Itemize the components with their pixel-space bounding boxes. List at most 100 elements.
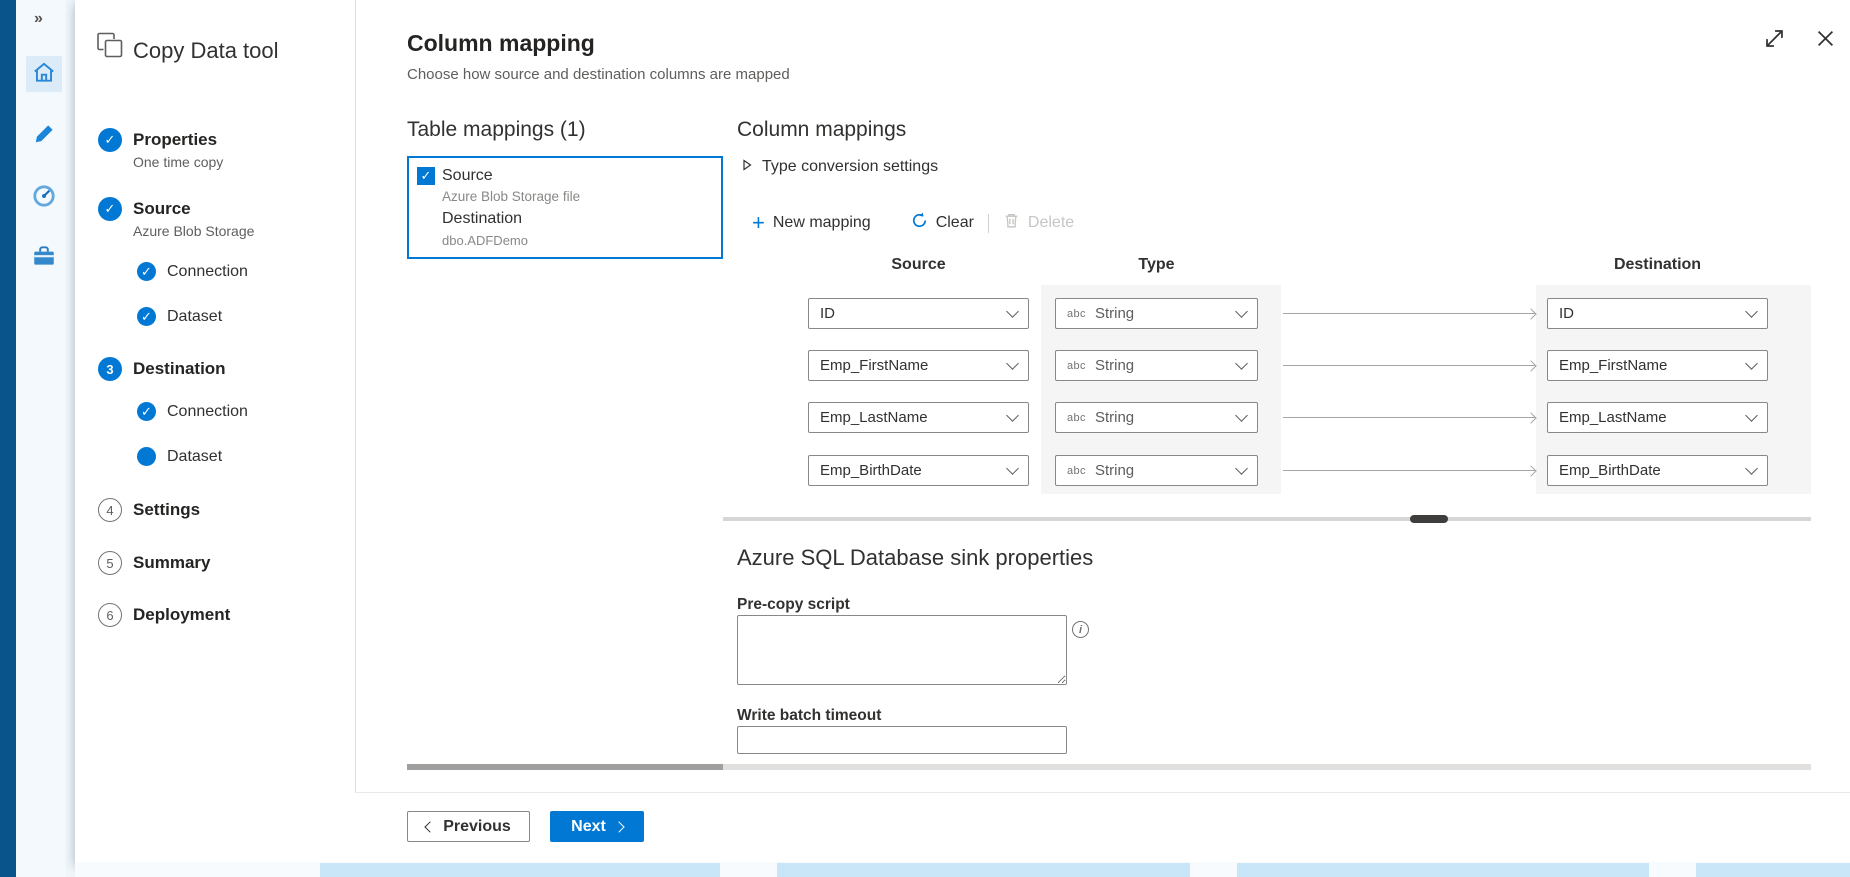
write-batch-timeout-input[interactable] xyxy=(737,726,1067,754)
sidebar-item-home[interactable] xyxy=(26,56,62,92)
sink-properties-title: Azure SQL Database sink properties xyxy=(737,545,1093,571)
wizard-step-source[interactable]: ✓ Source Azure Blob Storage xyxy=(98,197,254,239)
step-label: Connection xyxy=(167,402,248,421)
mapping-arrow xyxy=(1283,417,1535,418)
chevron-right-icon xyxy=(613,821,624,832)
step-complete-icon: ✓ xyxy=(137,307,156,326)
check-icon: ✓ xyxy=(421,168,432,183)
sidebar-expand-button[interactable]: » xyxy=(34,10,58,30)
select-value: Emp_FirstName xyxy=(1559,357,1667,374)
sidebar-item-resources[interactable] xyxy=(26,240,62,276)
pre-copy-script-label: Pre-copy script xyxy=(737,596,850,614)
select-value: Emp_LastName xyxy=(820,409,928,426)
page-subtitle: Choose how source and destination column… xyxy=(407,66,790,83)
copy-data-icon xyxy=(95,30,125,65)
destination-column-select[interactable]: Emp_LastName xyxy=(1547,402,1768,433)
refresh-icon xyxy=(911,212,928,234)
clear-button[interactable]: Clear xyxy=(898,208,987,238)
column-header-type: Type xyxy=(1055,256,1258,274)
wizard-step-destination-dataset[interactable]: Dataset xyxy=(137,447,222,466)
expand-window-button[interactable] xyxy=(1761,28,1787,54)
portal-sidebar: » xyxy=(16,0,66,877)
step-complete-icon: ✓ xyxy=(98,128,122,152)
destination-column-select[interactable]: Emp_FirstName xyxy=(1547,350,1768,381)
wizard-step-properties[interactable]: ✓ Properties One time copy xyxy=(98,128,223,170)
sidebar-item-author[interactable] xyxy=(26,118,62,154)
next-button[interactable]: Next xyxy=(550,811,644,842)
chevron-left-icon xyxy=(425,821,436,832)
type-conversion-settings-expander[interactable]: Type conversion settings xyxy=(741,158,938,176)
destination-column-select[interactable]: ID xyxy=(1547,298,1768,329)
abc-icon: abc xyxy=(1067,465,1086,477)
wizard-step-summary[interactable]: 5 Summary xyxy=(98,551,210,575)
source-column-select[interactable]: Emp_FirstName xyxy=(808,350,1029,381)
column-header-source: Source xyxy=(808,256,1029,274)
step-current-icon xyxy=(137,447,156,466)
select-value: Emp_FirstName xyxy=(820,357,928,374)
chevron-down-icon xyxy=(1006,409,1019,422)
write-batch-timeout-label: Write batch timeout xyxy=(737,707,881,725)
chevron-down-icon xyxy=(1006,305,1019,318)
type-select[interactable]: abc String xyxy=(1055,402,1258,433)
type-select[interactable]: abc String xyxy=(1055,455,1258,486)
step-number-badge: 5 xyxy=(98,551,122,575)
step-complete-icon: ✓ xyxy=(98,197,122,221)
wizard-step-settings[interactable]: 4 Settings xyxy=(98,498,200,522)
select-value: ID xyxy=(820,305,835,322)
step-label: Dataset xyxy=(167,447,222,466)
scrollbar-thumb[interactable] xyxy=(1410,515,1448,523)
content-horizontal-scrollbar[interactable] xyxy=(407,764,1811,770)
select-value: String xyxy=(1095,305,1134,322)
select-value: Emp_BirthDate xyxy=(1559,462,1661,479)
chevron-down-icon xyxy=(1745,409,1758,422)
gauge-icon xyxy=(31,183,57,214)
background-card xyxy=(1696,863,1850,877)
delete-button[interactable]: Delete xyxy=(990,208,1087,238)
trash-icon xyxy=(1003,212,1020,234)
step-label: Summary xyxy=(133,551,210,575)
footer-divider xyxy=(355,792,1850,793)
chevron-down-icon xyxy=(1745,305,1758,318)
step-complete-icon: ✓ xyxy=(137,262,156,281)
type-select[interactable]: abc String xyxy=(1055,298,1258,329)
mapping-horizontal-scrollbar[interactable] xyxy=(723,517,1811,521)
mapping-arrow xyxy=(1283,313,1535,314)
abc-icon: abc xyxy=(1067,412,1086,424)
type-select[interactable]: abc String xyxy=(1055,350,1258,381)
select-value: String xyxy=(1095,357,1134,374)
step-sublabel: Azure Blob Storage xyxy=(133,223,254,239)
chevron-down-icon xyxy=(1235,357,1248,370)
sidebar-item-monitor[interactable] xyxy=(26,180,62,216)
new-mapping-button[interactable]: + New mapping xyxy=(739,208,884,238)
step-label: Settings xyxy=(133,498,200,522)
wizard-step-source-connection[interactable]: ✓ Connection xyxy=(137,262,248,281)
source-column-select[interactable]: Emp_LastName xyxy=(808,402,1029,433)
source-column-select[interactable]: Emp_BirthDate xyxy=(808,455,1029,486)
wizard-step-destination-connection[interactable]: ✓ Connection xyxy=(137,402,248,421)
step-label: Connection xyxy=(167,262,248,281)
chevron-down-icon xyxy=(1745,462,1758,475)
destination-column-select[interactable]: Emp_BirthDate xyxy=(1547,455,1768,486)
select-value: String xyxy=(1095,409,1134,426)
select-value: Emp_LastName xyxy=(1559,409,1667,426)
pre-copy-script-input[interactable] xyxy=(737,615,1067,685)
table-mapping-card[interactable]: ✓ Source Azure Blob Storage file Destina… xyxy=(407,156,723,259)
wizard-step-source-dataset[interactable]: ✓ Dataset xyxy=(137,307,222,326)
wizard-step-destination[interactable]: 3 Destination xyxy=(98,357,226,381)
type-conversion-label: Type conversion settings xyxy=(762,158,938,176)
previous-button[interactable]: Previous xyxy=(407,811,530,842)
close-button[interactable] xyxy=(1812,28,1838,54)
table-mappings-title: Table mappings (1) xyxy=(407,118,586,142)
abc-icon: abc xyxy=(1067,308,1086,320)
scrollbar-thumb[interactable] xyxy=(407,764,723,770)
mapping-arrow xyxy=(1283,365,1535,366)
source-column-select[interactable]: ID xyxy=(808,298,1029,329)
table-mapping-checkbox[interactable]: ✓ xyxy=(417,167,435,185)
pencil-icon xyxy=(32,122,56,151)
info-icon[interactable]: i xyxy=(1072,621,1089,638)
wizard-step-deployment[interactable]: 6 Deployment xyxy=(98,603,230,627)
select-value: Emp_BirthDate xyxy=(820,462,922,479)
home-icon xyxy=(31,59,57,90)
toolbox-icon xyxy=(31,243,57,274)
card-destination-label: Destination xyxy=(442,210,522,228)
